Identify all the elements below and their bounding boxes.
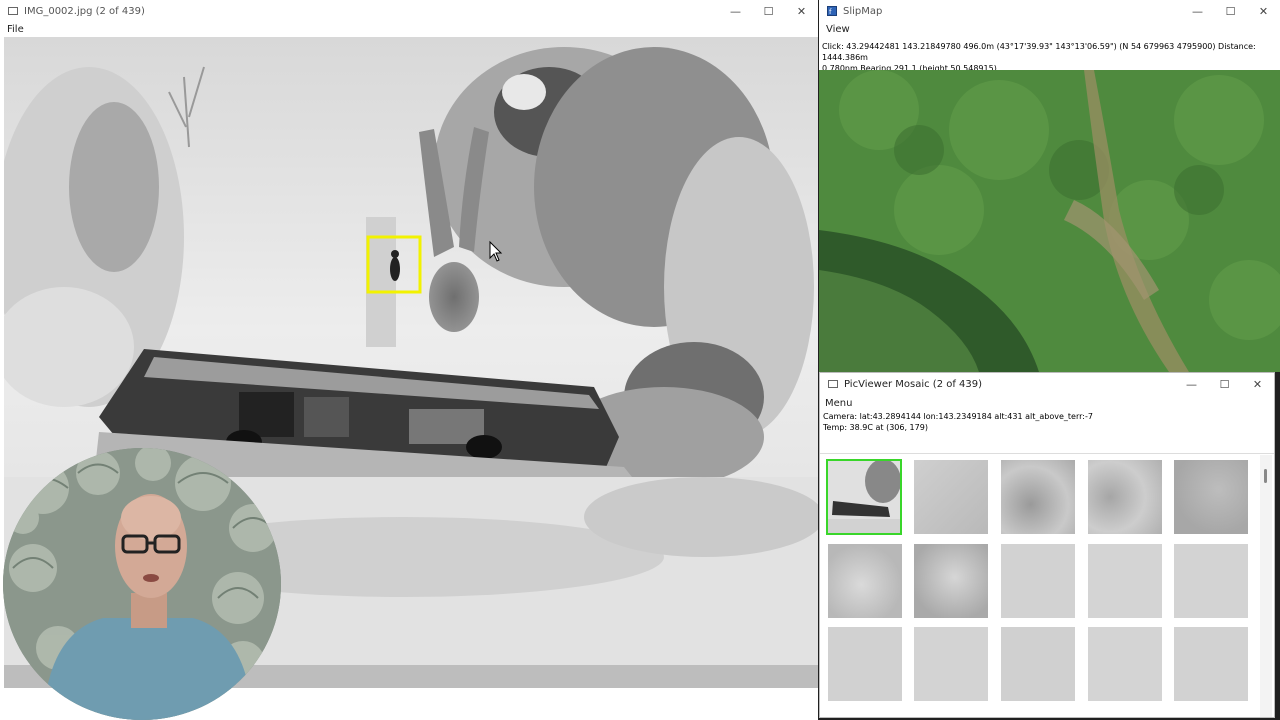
- mosaic-titlebar[interactable]: PicViewer Mosaic (2 of 439) — ☐ ✕: [820, 373, 1274, 395]
- status-line-1: Click: 43.29442481 143.21849780 496.0m (…: [822, 42, 1256, 62]
- thumbnail-1[interactable]: [826, 459, 902, 535]
- maximize-icon[interactable]: ☐: [1208, 373, 1241, 395]
- app-icon: [8, 6, 18, 16]
- window-title: IMG_0002.jpg (2 of 439): [24, 5, 145, 17]
- scrollbar-thumb[interactable]: [1264, 469, 1267, 483]
- camera-info: Camera: lat:43.2894144 lon:143.2349184 a…: [823, 412, 1093, 421]
- menu-menu[interactable]: Menu: [820, 398, 857, 409]
- window-title: PicViewer Mosaic (2 of 439): [844, 378, 983, 390]
- minimize-icon[interactable]: —: [1181, 0, 1214, 22]
- maximize-icon[interactable]: ☐: [752, 0, 785, 22]
- menu-view[interactable]: View: [819, 24, 857, 35]
- app-icon: [828, 379, 838, 389]
- close-icon[interactable]: ✕: [1241, 373, 1274, 395]
- mosaic-info[interactable]: Camera: lat:43.2894144 lon:143.2349184 a…: [823, 411, 1271, 439]
- thumbnail-15[interactable]: [1174, 627, 1248, 701]
- thumbnail-11[interactable]: [828, 627, 902, 701]
- thumbnail-7[interactable]: [914, 544, 988, 618]
- close-icon[interactable]: ✕: [1247, 0, 1280, 22]
- image-viewer-menubar: File: [0, 22, 818, 37]
- webcam-overlay: [3, 448, 281, 720]
- close-icon[interactable]: ✕: [785, 0, 818, 22]
- minimize-icon[interactable]: —: [1175, 373, 1208, 395]
- thumbnail-13[interactable]: [1001, 627, 1075, 701]
- thumbnail-10[interactable]: [1174, 544, 1248, 618]
- mosaic-scrollbar[interactable]: [1260, 455, 1272, 717]
- slipmap-titlebar[interactable]: f SlipMap — ☐ ✕: [819, 0, 1280, 22]
- app-icon: f: [827, 6, 837, 16]
- thumbnail-4[interactable]: [1088, 460, 1162, 534]
- window-title: SlipMap: [843, 5, 883, 17]
- thumbnail-grid: [820, 455, 1260, 717]
- menu-file[interactable]: File: [0, 24, 31, 35]
- thumbnail-12[interactable]: [914, 627, 988, 701]
- thumbnail-3[interactable]: [1001, 460, 1075, 534]
- maximize-icon[interactable]: ☐: [1214, 0, 1247, 22]
- thumbnail-14[interactable]: [1088, 627, 1162, 701]
- thumbnail-6[interactable]: [828, 544, 902, 618]
- thumbnail-8[interactable]: [1001, 544, 1075, 618]
- mosaic-divider: [820, 453, 1274, 454]
- slipmap-status: Click: 43.29442481 143.21849780 496.0m (…: [822, 41, 1278, 73]
- temp-info: Temp: 38.9C at (306, 179): [823, 423, 928, 432]
- thumbnail-9[interactable]: [1088, 544, 1162, 618]
- minimize-icon[interactable]: —: [719, 0, 752, 22]
- image-viewer-titlebar[interactable]: IMG_0002.jpg (2 of 439) — ☐ ✕: [0, 0, 818, 22]
- slipmap-window: f SlipMap — ☐ ✕ View Click: 43.29442481 …: [819, 0, 1280, 372]
- thumbnail-2[interactable]: [914, 460, 988, 534]
- thumbnail-5[interactable]: [1174, 460, 1248, 534]
- image-viewer-window: IMG_0002.jpg (2 of 439) — ☐ ✕ File: [0, 0, 818, 720]
- mosaic-window: PicViewer Mosaic (2 of 439) — ☐ ✕ Menu C…: [819, 372, 1275, 718]
- mosaic-menubar: Menu: [820, 395, 1274, 411]
- slipmap-menubar: View: [819, 22, 1280, 37]
- map-view[interactable]: [819, 70, 1280, 372]
